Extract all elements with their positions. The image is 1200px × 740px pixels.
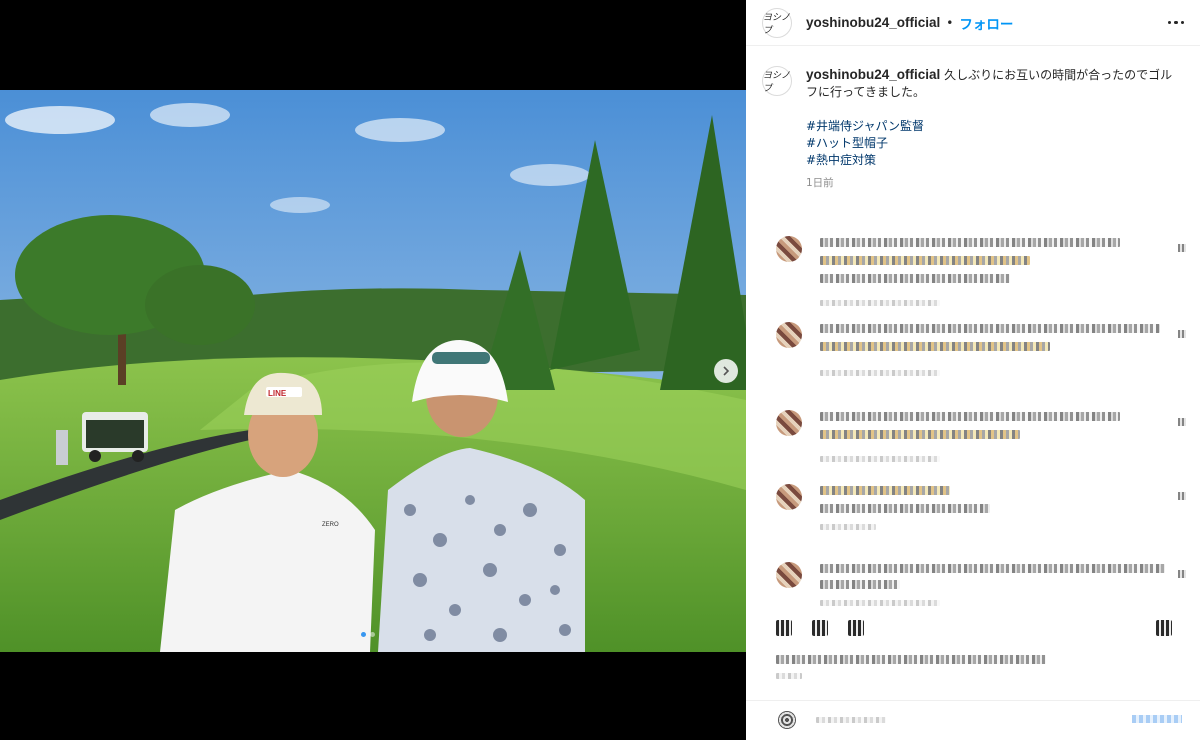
likes-meta-obscured [776, 673, 802, 679]
emoji-icon[interactable] [778, 711, 796, 729]
post-photo[interactable]: LINE ZERO [0, 90, 746, 652]
save-icon[interactable] [1156, 620, 1172, 636]
comment-meta-obscured [820, 370, 940, 376]
like-icon[interactable] [776, 620, 792, 636]
like-icon[interactable] [1178, 570, 1186, 578]
comment-text-obscured [820, 430, 1020, 439]
comment-text-obscured [820, 256, 1030, 265]
carousel-dot-1 [361, 632, 366, 637]
shirt-logo: ZERO [322, 522, 339, 528]
post-caption: ヨシノブ yoshinobu24_official 久しぶりにお互いの時間が合っ… [746, 46, 1200, 192]
comment-text-obscured [820, 412, 1120, 421]
comment-meta-obscured [820, 456, 940, 462]
like-icon[interactable] [1178, 244, 1186, 252]
author-avatar[interactable]: ヨシノブ [762, 7, 792, 38]
caption-body: yoshinobu24_official 久しぶりにお互いの時間が合ったのでゴル… [806, 66, 1176, 192]
header-separator: • [946, 15, 954, 30]
follow-button[interactable]: フォロー [959, 13, 1013, 33]
comment-text-obscured [820, 274, 1010, 283]
golf-course-photo: LINE ZERO [0, 90, 746, 652]
media-viewer: LINE ZERO [0, 0, 746, 740]
comment-text-obscured [820, 342, 1050, 351]
comment-text-obscured [820, 580, 900, 589]
avatar-signature: ヨシノブ [763, 71, 791, 94]
post-comment-button[interactable] [1132, 715, 1182, 723]
next-photo-button[interactable] [714, 359, 738, 383]
commenter-avatar[interactable] [776, 322, 802, 348]
comment-text-obscured [820, 564, 1165, 573]
comment-meta-obscured [820, 600, 940, 606]
like-icon[interactable] [1178, 330, 1186, 338]
comment-meta-obscured [820, 524, 876, 530]
hashtag-link[interactable]: #ハット型帽子 [806, 135, 1176, 152]
hashtag-link[interactable]: #熱中症対策 [806, 152, 1176, 169]
comment-text-obscured [820, 504, 990, 513]
carousel-dot-2 [370, 632, 375, 637]
hashtag-list: #井端侍ジャパン監督 #ハット型帽子 #熱中症対策 [806, 118, 1176, 169]
add-comment-bar [746, 700, 1200, 740]
post-actions [776, 620, 1186, 640]
comment-text-obscured [820, 486, 950, 495]
caption-username[interactable]: yoshinobu24_official [806, 67, 940, 82]
comment-text-obscured [820, 238, 1120, 247]
comment-icon[interactable] [812, 620, 828, 636]
carousel-dots [361, 632, 375, 637]
commenter-avatar[interactable] [776, 484, 802, 510]
next-arrow-icon [723, 366, 730, 376]
avatar-signature: ヨシノブ [763, 12, 791, 36]
more-options-icon[interactable] [1164, 11, 1188, 35]
likes-text-obscured [776, 655, 1046, 664]
post-side-panel: ヨシノブ yoshinobu24_official • フォロー ヨシノブ yo… [746, 0, 1200, 740]
post-header: ヨシノブ yoshinobu24_official • フォロー [746, 0, 1200, 46]
commenter-avatar[interactable] [776, 562, 802, 588]
comment-text-obscured [820, 324, 1160, 333]
like-icon[interactable] [1178, 492, 1186, 500]
comment-meta-obscured [820, 300, 940, 306]
comment-input-obscured[interactable] [816, 717, 886, 723]
hashtag-link[interactable]: #井端侍ジャパン監督 [806, 118, 1176, 135]
commenter-avatar[interactable] [776, 410, 802, 436]
author-username[interactable]: yoshinobu24_official [806, 15, 940, 30]
like-icon[interactable] [1178, 418, 1186, 426]
commenter-avatar[interactable] [776, 236, 802, 262]
caption-avatar[interactable]: ヨシノブ [762, 66, 792, 96]
cap-logo: LINE [268, 389, 287, 398]
post-timestamp: 1日前 [806, 177, 834, 189]
share-icon[interactable] [848, 620, 864, 636]
